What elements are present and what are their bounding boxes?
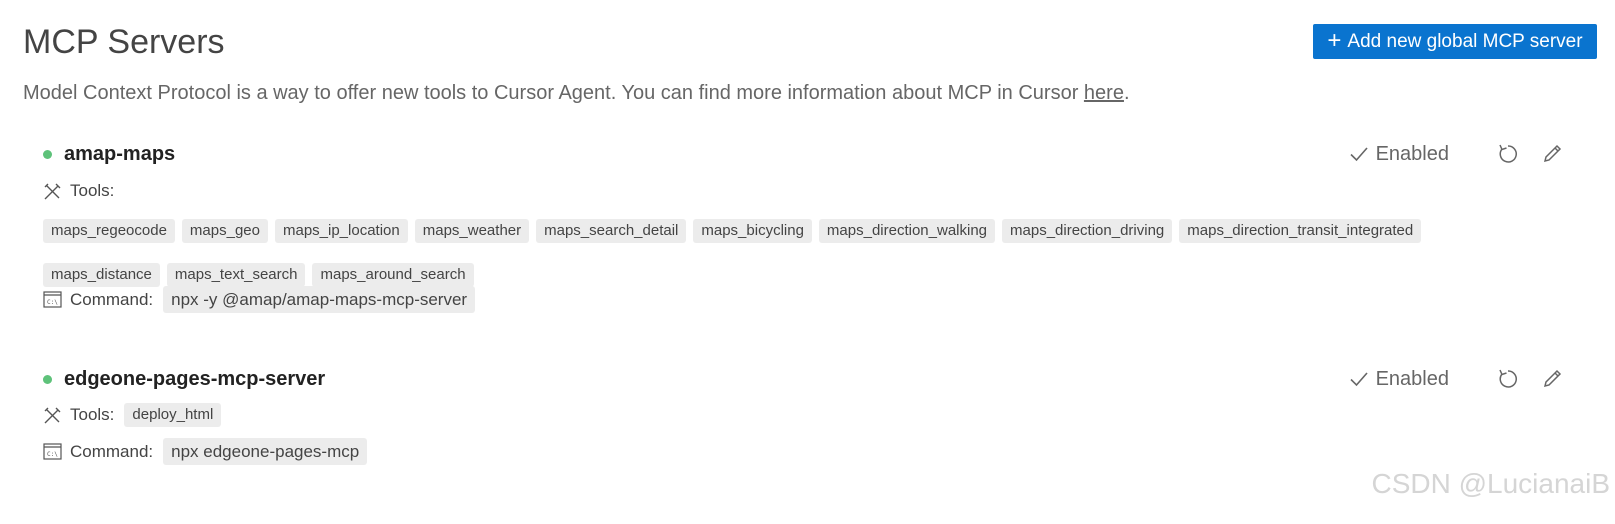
tool-chip: maps_direction_transit_integrated bbox=[1179, 219, 1422, 243]
svg-text:C:\: C:\ bbox=[47, 299, 58, 306]
edit-button[interactable] bbox=[1539, 366, 1565, 392]
refresh-icon bbox=[1499, 144, 1517, 163]
page-title: MCP Servers bbox=[23, 23, 225, 61]
terminal-icon: C:\ bbox=[43, 291, 62, 308]
tool-chip: maps_distance bbox=[43, 263, 160, 287]
more-info-link[interactable]: here bbox=[1084, 82, 1124, 104]
command-value: npx edgeone-pages-mcp bbox=[163, 438, 368, 465]
server-card-edgeone-pages-mcp-server: edgeone-pages-mcp-server Enabled Tools: … bbox=[43, 364, 1615, 484]
pencil-icon bbox=[1543, 369, 1562, 388]
command-label: Command: bbox=[70, 289, 154, 309]
tool-chip: maps_search_detail bbox=[536, 219, 687, 243]
svg-text:C:\: C:\ bbox=[47, 451, 58, 458]
tools-icon bbox=[44, 407, 61, 423]
enabled-toggle[interactable]: Enabled bbox=[1350, 368, 1449, 391]
pencil-icon bbox=[1543, 144, 1562, 163]
tool-chip: maps_bicycling bbox=[693, 219, 812, 243]
check-icon bbox=[1350, 372, 1368, 387]
add-global-mcp-server-button[interactable]: + Add new global MCP server bbox=[1313, 24, 1597, 59]
tool-chip: maps_direction_driving bbox=[1002, 219, 1173, 243]
status-dot bbox=[43, 374, 52, 384]
server-name: amap-maps bbox=[64, 142, 176, 165]
check-icon bbox=[1350, 147, 1368, 162]
tools-label: Tools: bbox=[70, 405, 115, 424]
command-label: Command: bbox=[70, 441, 154, 461]
refresh-button[interactable] bbox=[1495, 366, 1521, 392]
tool-chip: deploy_html bbox=[124, 403, 222, 427]
tool-chip: maps_direction_walking bbox=[818, 219, 996, 243]
command-value: npx -y @amap/amap-maps-mcp-server bbox=[163, 286, 476, 313]
plus-icon: + bbox=[1327, 26, 1342, 54]
server-name: edgeone-pages-mcp-server bbox=[64, 367, 326, 390]
refresh-button[interactable] bbox=[1495, 141, 1521, 167]
server-card-amap-maps: amap-maps Enabled Tools: maps_regeocode … bbox=[43, 139, 1615, 319]
enabled-toggle[interactable]: Enabled bbox=[1350, 143, 1449, 166]
tools-icon bbox=[44, 183, 61, 199]
tool-chip: maps_weather bbox=[414, 219, 530, 243]
edit-button[interactable] bbox=[1539, 141, 1565, 167]
tool-chip: maps_text_search bbox=[166, 263, 306, 287]
tool-chip: maps_regeocode bbox=[43, 219, 175, 243]
refresh-icon bbox=[1499, 369, 1517, 388]
tool-chip: maps_ip_location bbox=[274, 219, 408, 243]
watermark: CSDN @LucianaiB bbox=[1371, 468, 1610, 499]
tool-chip: maps_geo bbox=[181, 219, 268, 243]
status-dot bbox=[43, 149, 52, 159]
tools-list: maps_regeocode maps_geo maps_ip_location… bbox=[43, 219, 1443, 287]
tool-chip: maps_around_search bbox=[312, 263, 474, 287]
terminal-icon: C:\ bbox=[43, 443, 62, 460]
add-button-label: Add new global MCP server bbox=[1347, 30, 1583, 52]
tools-label: Tools: bbox=[70, 181, 115, 200]
page-description: Model Context Protocol is a way to offer… bbox=[23, 82, 1130, 104]
